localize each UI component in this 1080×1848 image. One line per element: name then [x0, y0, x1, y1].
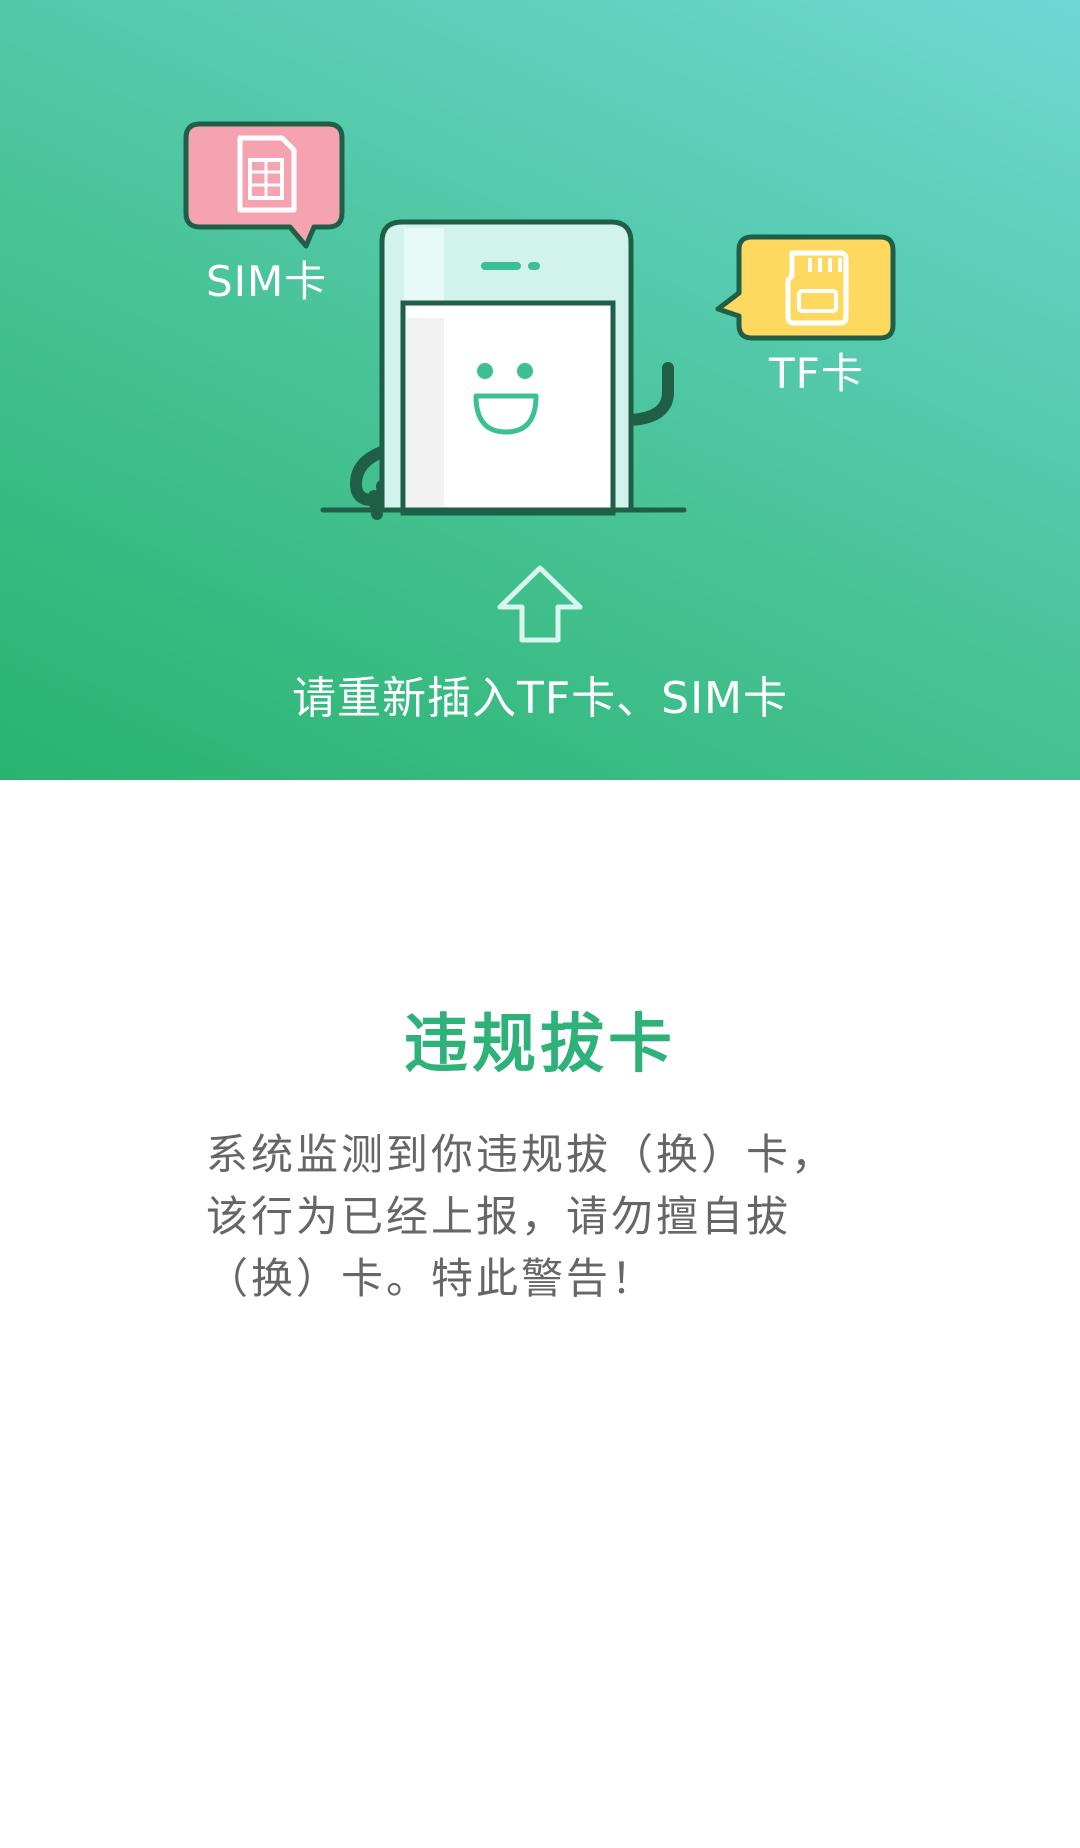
reinsert-hint: 请重新插入TF卡、SIM卡: [291, 673, 789, 724]
sim-card-label: SIM卡: [206, 257, 328, 306]
hero-banner: SIM卡 TF卡 请重新插入TF卡、SIM卡: [0, 0, 1080, 780]
warning-title: 违规拔卡: [404, 1008, 676, 1082]
tf-card-label: TF卡: [769, 349, 864, 398]
sim-card-icon: [183, 121, 345, 249]
phone-mascot-icon: [320, 219, 687, 520]
tf-card-icon: [715, 234, 896, 341]
up-arrow-icon: [497, 565, 583, 643]
insert-card-illustration: [183, 121, 896, 643]
warning-message: 系统监测到你违规拔（换）卡，该行为已经上报，请勿擅自拔（换）卡。特此警告！: [206, 1130, 837, 1303]
